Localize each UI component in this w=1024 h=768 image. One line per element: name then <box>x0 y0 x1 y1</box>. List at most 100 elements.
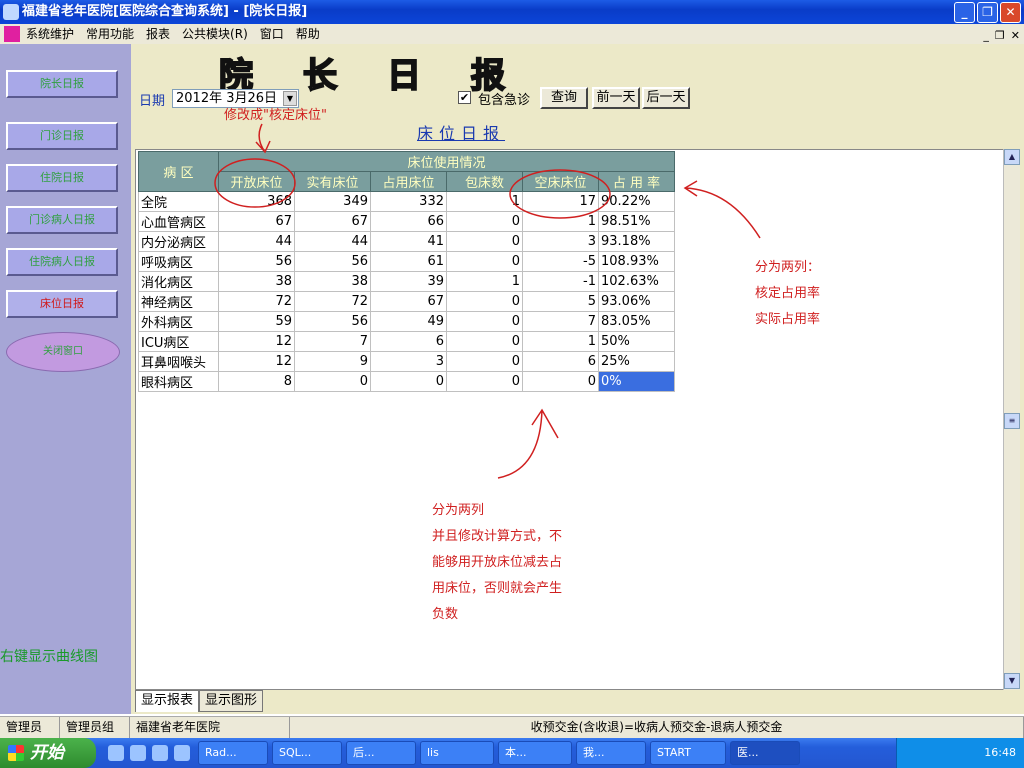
ward-cell[interactable]: 消化病区 <box>138 271 219 292</box>
package-beds-cell[interactable]: 0 <box>446 311 523 332</box>
occupied-beds-cell[interactable]: 0 <box>370 371 447 392</box>
table-row[interactable]: 眼科病区 8 0 0 0 0 0% <box>138 371 675 392</box>
open-beds-cell[interactable]: 56 <box>218 251 295 272</box>
sidebar-item-director-daily[interactable]: 院长日报 <box>6 70 118 98</box>
sidebar-item-outpatient-patient-daily[interactable]: 门诊病人日报 <box>6 206 118 234</box>
occupied-beds-cell[interactable]: 67 <box>370 291 447 312</box>
package-beds-cell[interactable]: 0 <box>446 291 523 312</box>
occupancy-rate-cell[interactable]: 102.63% <box>598 271 675 292</box>
empty-beds-cell[interactable]: 17 <box>522 191 599 212</box>
open-beds-cell[interactable]: 59 <box>218 311 295 332</box>
ward-cell[interactable]: 外科病区 <box>138 311 219 332</box>
table-row[interactable]: 消化病区 38 38 39 1 -1 102.63% <box>138 271 675 292</box>
package-beds-cell[interactable]: 0 <box>446 371 523 392</box>
occupancy-rate-cell[interactable]: 90.22% <box>598 191 675 212</box>
occupancy-rate-cell[interactable]: 93.18% <box>598 231 675 252</box>
prev-day-button[interactable]: 前一天 <box>592 87 640 109</box>
empty-beds-cell[interactable]: 5 <box>522 291 599 312</box>
occupied-beds-cell[interactable]: 6 <box>370 331 447 352</box>
query-button[interactable]: 查询 <box>540 87 588 109</box>
actual-beds-cell[interactable]: 7 <box>294 331 371 352</box>
table-row[interactable]: 耳鼻咽喉头 12 9 3 0 6 25% <box>138 351 675 372</box>
mdi-restore-button[interactable]: ❐ <box>995 26 1005 46</box>
sidebar-item-outpatient-daily[interactable]: 门诊日报 <box>6 122 118 150</box>
window-titlebar[interactable]: 福建省老年医院[医院综合查询系统] - [院长日报] _ ❐ ✕ <box>0 0 1024 24</box>
open-beds-cell[interactable]: 72 <box>218 291 295 312</box>
tab-show-report[interactable]: 显示报表 <box>135 690 200 712</box>
occupancy-rate-cell[interactable]: 50% <box>598 331 675 352</box>
actual-beds-cell[interactable]: 72 <box>294 291 371 312</box>
occupied-beds-cell[interactable]: 332 <box>370 191 447 212</box>
task-hospital[interactable]: 医... <box>730 741 800 765</box>
package-beds-cell[interactable]: 1 <box>446 271 523 292</box>
table-row[interactable]: 内分泌病区 44 44 41 0 3 93.18% <box>138 231 675 252</box>
task-my[interactable]: 我... <box>576 741 646 765</box>
open-beds-cell[interactable]: 67 <box>218 211 295 232</box>
media-icon[interactable] <box>152 745 168 761</box>
empty-beds-cell[interactable]: 3 <box>522 231 599 252</box>
package-beds-cell[interactable]: 0 <box>446 211 523 232</box>
package-beds-cell[interactable]: 0 <box>446 331 523 352</box>
task-start-folder[interactable]: START <box>650 741 726 765</box>
close-button[interactable]: ✕ <box>1000 2 1021 23</box>
occupied-beds-cell[interactable]: 66 <box>370 211 447 232</box>
menu-public-module[interactable]: 公共模块(R) <box>182 24 248 44</box>
occupied-beds-cell[interactable]: 39 <box>370 271 447 292</box>
open-beds-cell[interactable]: 38 <box>218 271 295 292</box>
mdi-close-button[interactable]: ✕ <box>1011 26 1020 46</box>
ward-cell[interactable]: 内分泌病区 <box>138 231 219 252</box>
occupancy-rate-cell[interactable]: 0% <box>598 371 675 392</box>
actual-beds-cell[interactable]: 0 <box>294 371 371 392</box>
task-lis[interactable]: lis <box>420 741 494 765</box>
menu-system[interactable]: 系统维护 <box>26 24 74 44</box>
tools-icon[interactable] <box>174 745 190 761</box>
ward-cell[interactable]: ICU病区 <box>138 331 219 352</box>
menu-common[interactable]: 常用功能 <box>86 24 134 44</box>
table-row[interactable]: 全院 368 349 332 1 17 90.22% <box>138 191 675 212</box>
ward-cell[interactable]: 呼吸病区 <box>138 251 219 272</box>
mdi-minimize-button[interactable]: _ <box>983 26 989 46</box>
clock[interactable]: 16:48 <box>984 746 1016 759</box>
package-beds-cell[interactable]: 0 <box>446 231 523 252</box>
occupied-beds-cell[interactable]: 61 <box>370 251 447 272</box>
include-emergency-checkbox[interactable]: ✔ <box>458 91 471 104</box>
package-beds-cell[interactable]: 1 <box>446 191 523 212</box>
empty-beds-cell[interactable]: 6 <box>522 351 599 372</box>
occupied-beds-cell[interactable]: 49 <box>370 311 447 332</box>
report-grid[interactable]: 病 区 床位使用情况 开放床位 实有床位 占用床位 包床数 空床床位 占 用 率… <box>135 149 1004 690</box>
empty-beds-cell[interactable]: 0 <box>522 371 599 392</box>
ward-cell[interactable]: 神经病区 <box>138 291 219 312</box>
occupancy-rate-cell[interactable]: 25% <box>598 351 675 372</box>
actual-beds-cell[interactable]: 67 <box>294 211 371 232</box>
actual-beds-cell[interactable]: 9 <box>294 351 371 372</box>
ie-icon[interactable] <box>108 745 124 761</box>
ward-cell[interactable]: 心血管病区 <box>138 211 219 232</box>
ward-cell[interactable]: 耳鼻咽喉头 <box>138 351 219 372</box>
next-day-button[interactable]: 后一天 <box>642 87 690 109</box>
task-sql[interactable]: SQL... <box>272 741 342 765</box>
table-row[interactable]: 呼吸病区 56 56 61 0 -5 108.93% <box>138 251 675 272</box>
occupancy-rate-cell[interactable]: 93.06% <box>598 291 675 312</box>
task-rad[interactable]: Rad... <box>198 741 268 765</box>
table-row[interactable]: 心血管病区 67 67 66 0 1 98.51% <box>138 211 675 232</box>
scroll-up-icon[interactable]: ▲ <box>1004 149 1020 165</box>
sidebar-item-inpatient-daily[interactable]: 住院日报 <box>6 164 118 192</box>
table-row[interactable]: 外科病区 59 56 49 0 7 83.05% <box>138 311 675 332</box>
menu-window[interactable]: 窗口 <box>260 24 284 44</box>
occupancy-rate-cell[interactable]: 98.51% <box>598 211 675 232</box>
tab-show-chart[interactable]: 显示图形 <box>199 690 264 712</box>
actual-beds-cell[interactable]: 56 <box>294 251 371 272</box>
open-beds-cell[interactable]: 8 <box>218 371 295 392</box>
sidebar-item-bed-daily[interactable]: 床位日报 <box>6 290 118 318</box>
notepad-icon[interactable] <box>130 745 146 761</box>
mdi-child-icon[interactable] <box>4 26 20 42</box>
task-backend[interactable]: 后... <box>346 741 416 765</box>
empty-beds-cell[interactable]: -5 <box>522 251 599 272</box>
scroll-down-icon[interactable]: ▼ <box>1004 673 1020 689</box>
task-local[interactable]: 本... <box>498 741 572 765</box>
empty-beds-cell[interactable]: -1 <box>522 271 599 292</box>
open-beds-cell[interactable]: 368 <box>218 191 295 212</box>
occupancy-rate-cell[interactable]: 83.05% <box>598 311 675 332</box>
sidebar-item-inpatient-patient-daily[interactable]: 住院病人日报 <box>6 248 118 276</box>
actual-beds-cell[interactable]: 44 <box>294 231 371 252</box>
